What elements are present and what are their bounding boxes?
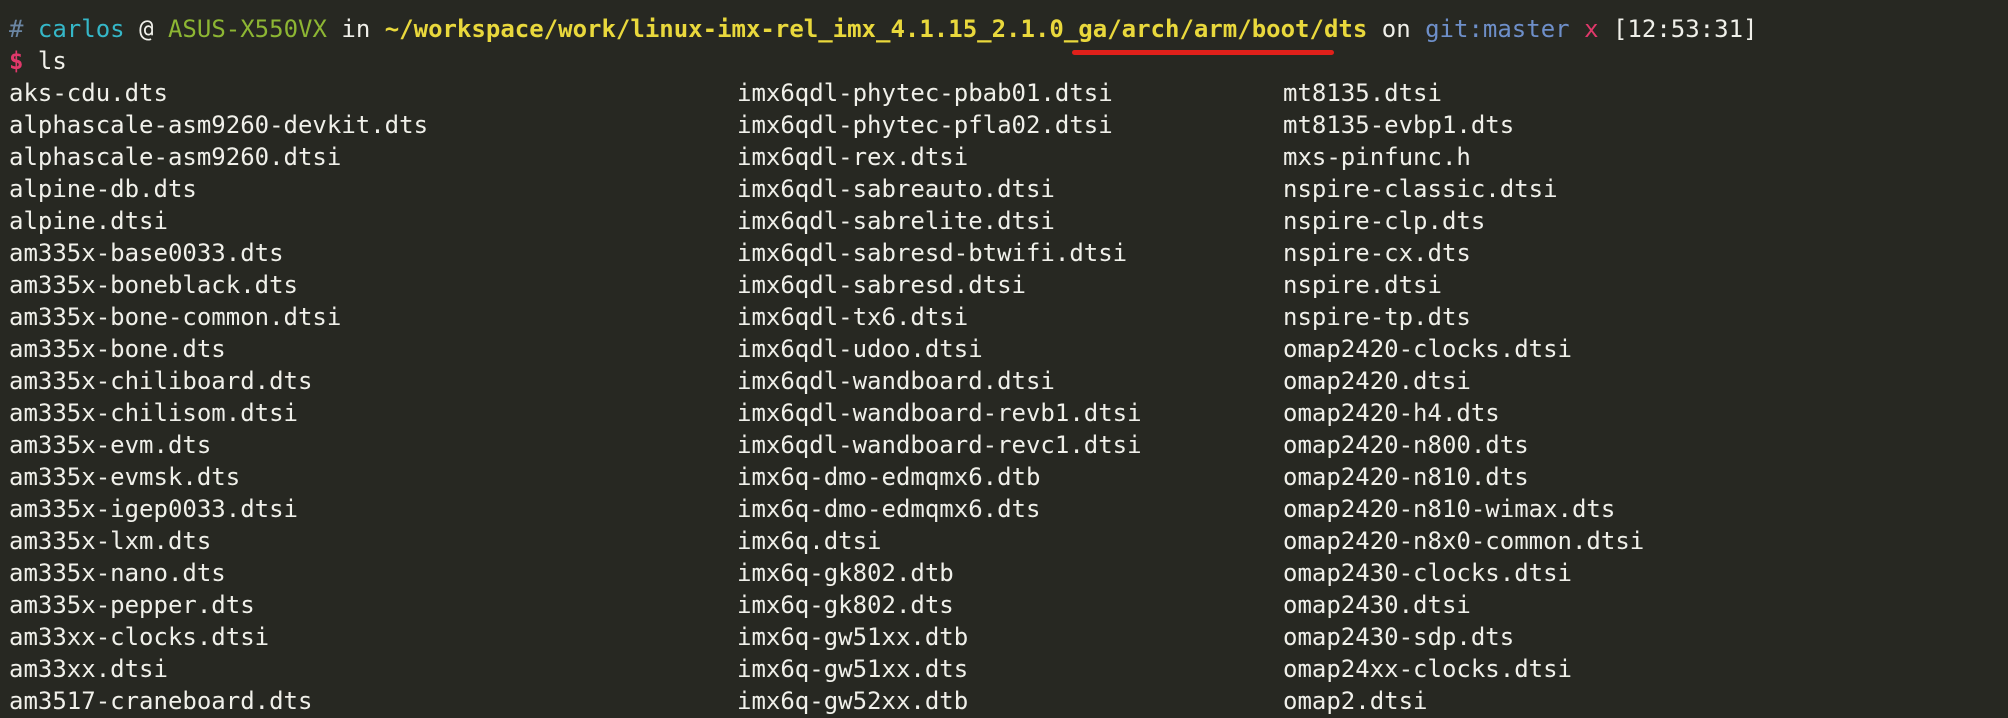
listing-column-3: mt8135.dtsi mt8135-evbp1.dts mxs-pinfunc…: [1283, 77, 1644, 717]
list-item: mxs-pinfunc.h: [1283, 143, 1471, 171]
list-item: am335x-lxm.dts: [9, 527, 212, 555]
list-item: omap24xx-clocks.dtsi: [1283, 655, 1572, 683]
list-item: imx6q-gw51xx.dts: [737, 655, 969, 683]
list-item: imx6qdl-wandboard-revc1.dtsi: [737, 431, 1142, 459]
prompt-host: ASUS-X550VX: [167, 15, 327, 43]
prompt-time: [12:53:31]: [1612, 15, 1758, 43]
list-item: imx6qdl-phytec-pfla02.dtsi: [737, 111, 1113, 139]
list-item: am335x-igep0033.dtsi: [9, 495, 298, 523]
list-item: imx6qdl-sabresd-btwifi.dtsi: [737, 239, 1128, 267]
list-item: omap2420.dtsi: [1283, 367, 1471, 395]
list-item: imx6qdl-wandboard.dtsi: [737, 367, 1055, 395]
list-item: omap2420-n800.dts: [1283, 431, 1529, 459]
command-text: ls: [37, 47, 67, 75]
listing-column-2: imx6qdl-phytec-pbab01.dtsi imx6qdl-phyte…: [737, 77, 1142, 717]
list-item: imx6qdl-tx6.dtsi: [737, 303, 969, 331]
prompt-path: ~/workspace/work/linux-imx-rel_imx_4.1.1…: [385, 15, 1368, 43]
list-item: omap2420-n810.dts: [1283, 463, 1529, 491]
list-item: omap2430-sdp.dts: [1283, 623, 1515, 651]
command-dollar: $: [9, 47, 24, 75]
list-item: nspire-clp.dts: [1283, 207, 1486, 235]
prompt-path-prefix: ~/workspace/work/linux-imx-rel_imx_4.1.1…: [384, 15, 1108, 43]
list-item: nspire-classic.dtsi: [1283, 175, 1558, 203]
list-item: imx6qdl-sabreauto.dtsi: [737, 175, 1055, 203]
list-item: omap2420-clocks.dtsi: [1283, 335, 1572, 363]
prompt-path-highlight: /arch/arm/boot/dts: [1107, 15, 1368, 43]
list-item: nspire-cx.dts: [1283, 239, 1471, 267]
list-item: imx6q-gk802.dtb: [737, 559, 954, 587]
list-item: am335x-nano.dts: [9, 559, 226, 587]
git-branch: master: [1482, 15, 1570, 43]
list-item: nspire-tp.dts: [1283, 303, 1471, 331]
list-item: am335x-boneblack.dts: [9, 271, 298, 299]
list-item: alphascale-asm9260-devkit.dts: [9, 111, 429, 139]
list-item: omap2420-h4.dts: [1283, 399, 1500, 427]
git-dirty-marker: x: [1584, 15, 1599, 43]
list-item: am335x-bone.dts: [9, 335, 226, 363]
list-item: omap2.dtsi: [1283, 687, 1428, 715]
list-item: mt8135.dtsi: [1283, 79, 1442, 107]
list-item: omap2430-clocks.dtsi: [1283, 559, 1572, 587]
prompt-on-word: on: [1381, 15, 1411, 43]
list-item: am335x-bone-common.dtsi: [9, 303, 342, 331]
list-item: omap2420-n8x0-common.dtsi: [1283, 527, 1645, 555]
path-highlight-underline: [1072, 50, 1334, 55]
list-item: nspire.dtsi: [1283, 271, 1442, 299]
list-item: am335x-base0033.dts: [9, 239, 284, 267]
list-item: alpine-db.dts: [9, 175, 197, 203]
list-item: imx6q-gw52xx.dtb: [737, 687, 969, 715]
list-item: alpine.dtsi: [9, 207, 168, 235]
list-item: am33xx-clocks.dtsi: [9, 623, 270, 651]
list-item: am335x-chilisom.dtsi: [9, 399, 298, 427]
prompt-hash: #: [9, 15, 24, 43]
list-item: imx6qdl-rex.dtsi: [737, 143, 969, 171]
list-item: am33xx.dtsi: [9, 655, 168, 683]
prompt-in-word: in: [341, 15, 371, 43]
list-item: am335x-evmsk.dts: [9, 463, 241, 491]
listing-column-1: aks-cdu.dts alphascale-asm9260-devkit.dt…: [9, 77, 428, 717]
list-item: mt8135-evbp1.dts: [1283, 111, 1515, 139]
terminal-window[interactable]: # carlos @ ASUS-X550VX in ~/workspace/wo…: [0, 0, 2008, 718]
list-item: alphascale-asm9260.dtsi: [9, 143, 342, 171]
list-item: imx6qdl-sabresd.dtsi: [737, 271, 1026, 299]
list-item: am335x-chiliboard.dts: [9, 367, 313, 395]
list-item: imx6qdl-wandboard-revb1.dtsi: [737, 399, 1142, 427]
prompt-user: carlos: [37, 15, 125, 43]
list-item: imx6q-dmo-edmqmx6.dtb: [737, 463, 1041, 491]
list-item: imx6qdl-udoo.dtsi: [737, 335, 983, 363]
list-item: am335x-evm.dts: [9, 431, 212, 459]
list-item: am335x-pepper.dts: [9, 591, 255, 619]
list-item: imx6q-gw51xx.dtb: [737, 623, 969, 651]
list-item: omap2420-n810-wimax.dts: [1283, 495, 1616, 523]
command-line[interactable]: $ ls: [9, 45, 67, 77]
list-item: omap2430.dtsi: [1283, 591, 1471, 619]
shell-prompt: # carlos @ ASUS-X550VX in ~/workspace/wo…: [9, 13, 1757, 45]
list-item: am3517-craneboard.dts: [9, 687, 313, 715]
list-item: imx6qdl-sabrelite.dtsi: [737, 207, 1055, 235]
git-label: git:: [1425, 15, 1483, 43]
list-item: aks-cdu.dts: [9, 79, 168, 107]
prompt-at: @: [139, 15, 154, 43]
list-item: imx6q.dtsi: [737, 527, 882, 555]
list-item: imx6q-dmo-edmqmx6.dts: [737, 495, 1041, 523]
list-item: imx6q-gk802.dts: [737, 591, 954, 619]
list-item: imx6qdl-phytec-pbab01.dtsi: [737, 79, 1113, 107]
